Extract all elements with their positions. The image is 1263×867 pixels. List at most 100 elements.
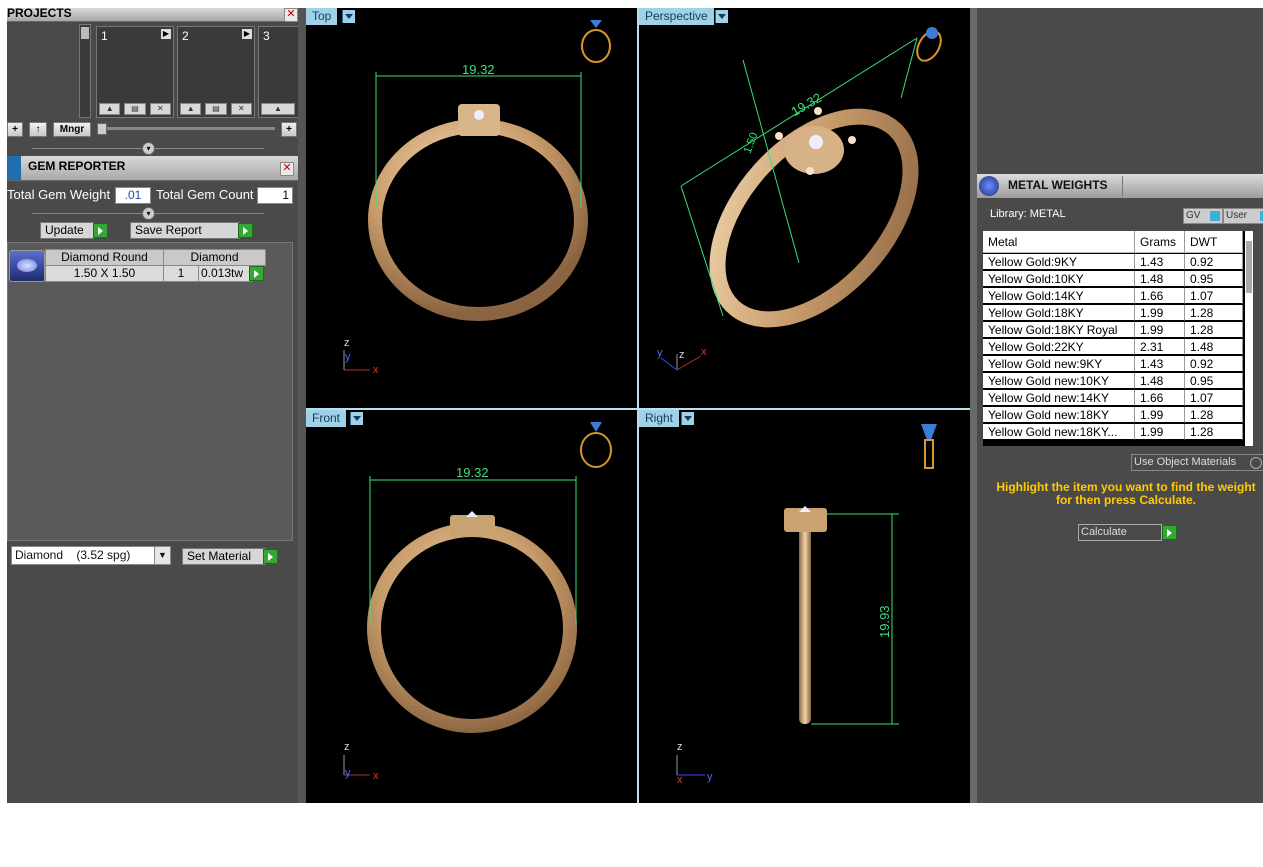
calculate-button[interactable]: Calculate	[1078, 524, 1162, 541]
table-row[interactable]: Yellow Gold new:18KY 1.99 1.28	[983, 407, 1243, 424]
save-report-go-icon[interactable]	[238, 223, 253, 238]
viewport-splitter[interactable]	[306, 408, 970, 410]
table-cell-grams: 1.66	[1135, 390, 1185, 406]
use-object-materials-button[interactable]: Use Object Materials	[1131, 454, 1263, 471]
viewport-right[interactable]: 19.93 z x y Right	[639, 410, 970, 803]
gem-reporter-close-button[interactable]: ✕	[280, 162, 294, 176]
chevron-down-icon[interactable]	[715, 10, 728, 23]
tab-perspective-view[interactable]: Perspective	[639, 8, 714, 25]
project-slot-2[interactable]: 2 ▶ ▲ ▤ ✕	[177, 26, 255, 118]
close-icon[interactable]: ✕	[149, 103, 171, 115]
gem-reporter-icon	[7, 156, 21, 180]
table-row[interactable]: Yellow Gold new:14KY 1.66 1.07	[983, 390, 1243, 407]
viewport-front[interactable]: 19.32 z y x Front	[306, 410, 637, 803]
svg-text:x: x	[373, 364, 379, 376]
table-cell-grams: 1.66	[1135, 288, 1185, 304]
dimension-label-secondary: 1.50	[742, 131, 761, 155]
project-slot-number: 2	[182, 29, 189, 43]
play-icon[interactable]: ▶	[161, 29, 171, 39]
axis-triad: z x y	[676, 741, 713, 786]
table-row[interactable]: Yellow Gold:9KY 1.43 0.92	[983, 254, 1243, 271]
panel-splitter[interactable]	[970, 8, 977, 803]
add-project-button[interactable]: +	[7, 122, 23, 137]
viewport-perspective[interactable]: 19.32 1.50 z y x Perspective	[639, 8, 970, 408]
table-row[interactable]: Yellow Gold:22KY 2.31 1.48	[983, 339, 1243, 356]
table-row[interactable]: Yellow Gold new:10KY 1.48 0.95	[983, 373, 1243, 390]
set-material-button[interactable]: Set Material	[182, 548, 266, 565]
projects-close-button[interactable]: ✕	[284, 8, 298, 22]
table-cell-metal: Yellow Gold:22KY	[983, 339, 1135, 355]
view-cube-icon[interactable]	[580, 422, 612, 468]
dimension-label: 19.32	[456, 465, 489, 480]
view-cube-icon[interactable]	[581, 20, 611, 63]
svg-text:z: z	[677, 741, 683, 753]
tab-right-view[interactable]: Right	[639, 410, 680, 427]
gem-size-cell[interactable]: 1.50 X 1.50	[45, 265, 164, 282]
left-panel: PROJECTS ✕ 1 ▶ ▲▤✕ 2 ▶ ▲▤✕ 3 ▲▤ + ↑ Mngr…	[7, 8, 298, 803]
table-cell-grams: 1.43	[1135, 356, 1185, 372]
collapse-icon[interactable]: ▾	[142, 142, 155, 155]
chevron-down-icon[interactable]	[342, 10, 355, 23]
save-icon[interactable]: ▤	[124, 103, 146, 115]
gem-reporter-header: GEM REPORTER	[7, 156, 298, 181]
set-material-go-icon[interactable]	[263, 549, 278, 564]
save-report-button[interactable]: Save Report	[130, 222, 240, 239]
table-cell-grams: 1.99	[1135, 407, 1185, 423]
diamond	[466, 511, 478, 517]
save-icon[interactable]: ▤	[205, 103, 227, 115]
column-header-dwt[interactable]: DWT	[1185, 231, 1243, 253]
chevron-down-icon[interactable]: ▼	[154, 547, 170, 564]
view-cube-icon[interactable]	[921, 424, 937, 469]
column-header-metal[interactable]: Metal	[983, 231, 1135, 253]
tab-front-view[interactable]: Front	[306, 410, 347, 427]
ring-head	[450, 515, 495, 537]
project-slot-number: 3	[263, 29, 270, 43]
gv-toggle[interactable]: GV	[1183, 208, 1223, 224]
move-up-button[interactable]: ↑	[29, 122, 47, 137]
play-icon[interactable]: ▶	[242, 29, 252, 39]
projects-scrollbar[interactable]	[79, 24, 91, 118]
up-icon[interactable]: ▲	[261, 103, 295, 115]
collapse-icon[interactable]: ▾	[142, 207, 155, 220]
table-row[interactable]: Yellow Gold:18KY Royal 1.99 1.28	[983, 322, 1243, 339]
table-row[interactable]: Yellow Gold:10KY 1.48 0.95	[983, 271, 1243, 288]
calculate-go-icon[interactable]	[1162, 525, 1177, 540]
update-go-icon[interactable]	[93, 223, 108, 238]
viewport-top[interactable]: 19.32 z y x Top	[306, 8, 637, 408]
view-cube-icon[interactable]	[912, 27, 945, 65]
user-toggle[interactable]: User	[1223, 208, 1263, 224]
viewport-splitter[interactable]	[637, 8, 639, 803]
svg-text:z: z	[679, 349, 685, 361]
table-row[interactable]: Yellow Gold new:18KY... 1.99 1.28	[983, 424, 1243, 441]
table-row[interactable]: Yellow Gold:14KY 1.66 1.07	[983, 288, 1243, 305]
chevron-down-icon[interactable]	[681, 412, 694, 425]
gem-round-icon[interactable]	[9, 250, 45, 282]
tab-top-view[interactable]: Top	[306, 8, 338, 25]
dimension-label: 19.32	[462, 62, 495, 77]
manager-button[interactable]: Mngr	[53, 122, 91, 137]
column-header-grams[interactable]: Grams	[1135, 231, 1185, 253]
close-icon[interactable]: ✕	[230, 103, 252, 115]
table-row[interactable]: Yellow Gold:18KY 1.99 1.28	[983, 305, 1243, 322]
gem-row-go-icon[interactable]	[249, 266, 264, 281]
calculate-label: Calculate	[1081, 526, 1127, 538]
material-select[interactable]: Diamond (3.52 spg) ▼	[11, 546, 171, 565]
right-panel: METAL WEIGHTS Library: METAL GV User Met…	[977, 8, 1263, 803]
panel-splitter[interactable]	[298, 8, 306, 803]
table-scrollbar[interactable]	[1245, 231, 1253, 446]
up-icon[interactable]: ▲	[99, 103, 121, 115]
project-slot-1[interactable]: 1 ▶ ▲ ▤ ✕	[96, 26, 174, 118]
gem-shape-header: Diamond Round	[45, 249, 164, 266]
up-icon[interactable]: ▲	[180, 103, 202, 115]
project-slot-3[interactable]: 3 ▲▤	[258, 26, 298, 118]
gem-weight-cell[interactable]: 0.013tw	[198, 265, 252, 282]
table-row[interactable]: Yellow Gold new:9KY 1.43 0.92	[983, 356, 1243, 373]
zoom-in-button[interactable]: +	[281, 122, 297, 137]
gem-count-cell[interactable]: 1	[163, 265, 199, 282]
project-slot-number: 1	[101, 29, 108, 43]
axis-triad: z y x	[343, 337, 379, 376]
thumbnail-size-slider[interactable]	[97, 123, 275, 135]
diamond	[474, 110, 484, 120]
update-button[interactable]: Update	[40, 222, 94, 239]
chevron-down-icon[interactable]	[350, 412, 363, 425]
